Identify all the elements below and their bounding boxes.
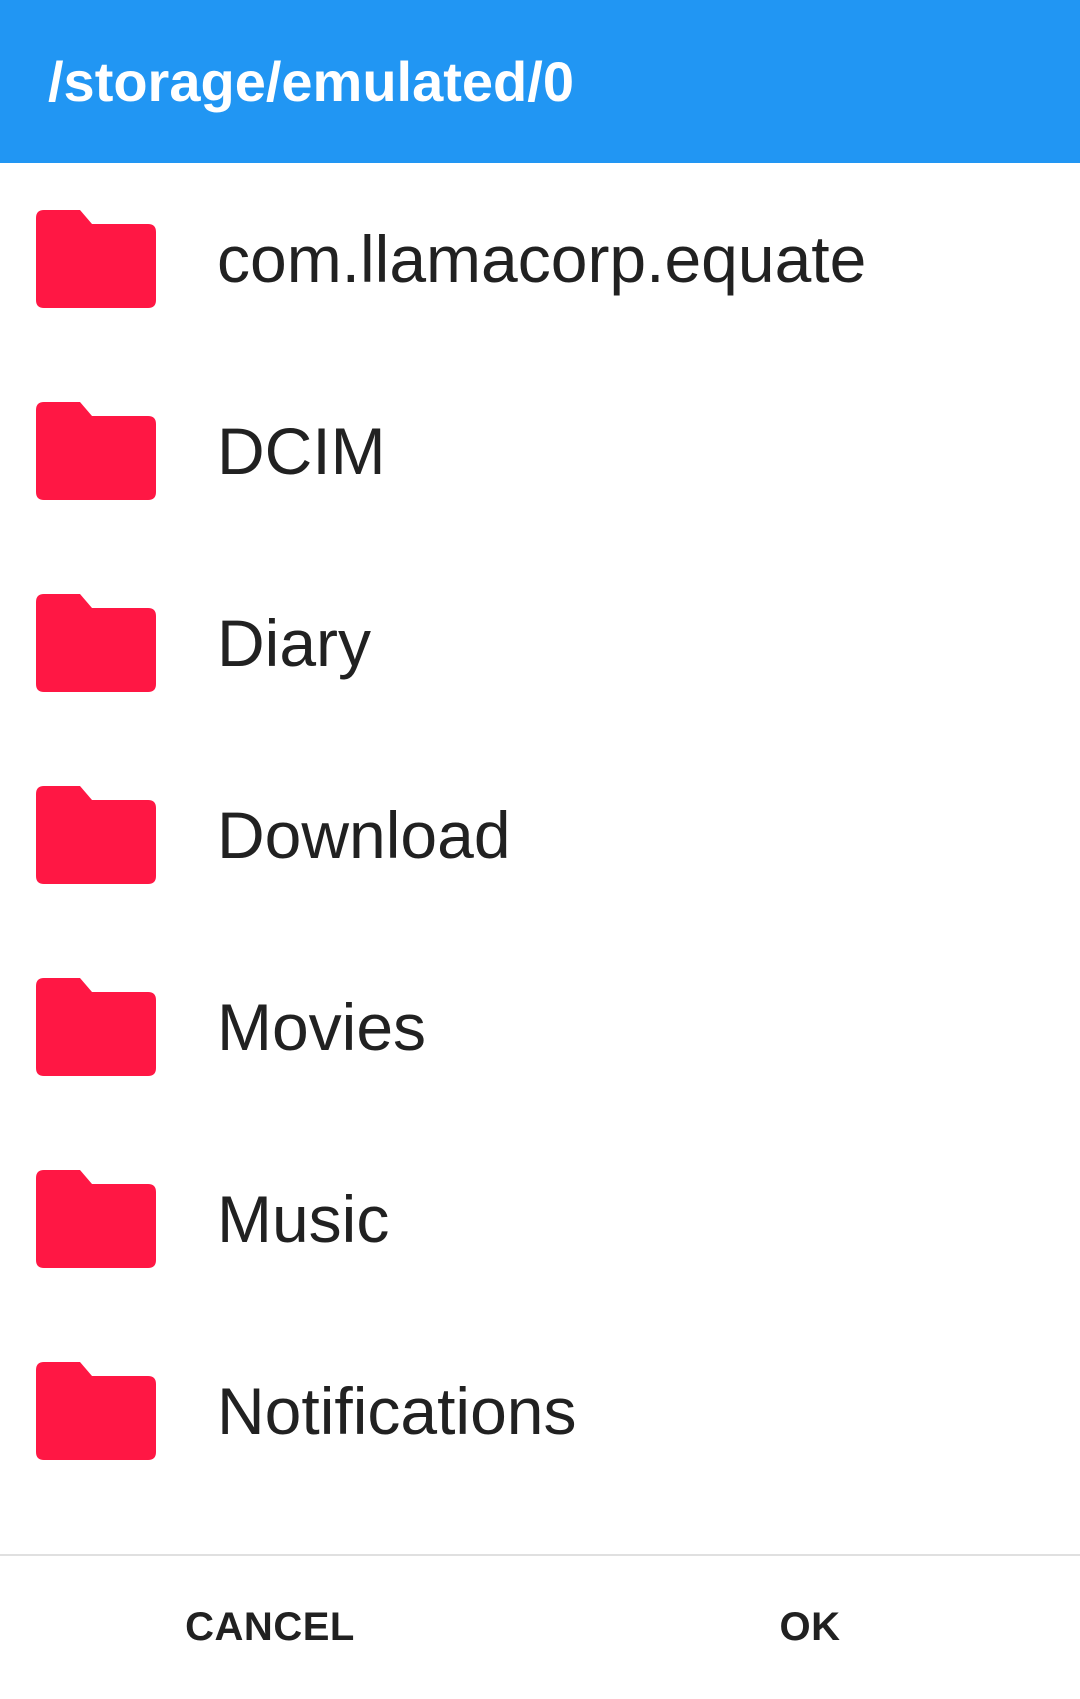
folder-name: Music	[217, 1182, 390, 1256]
folder-name: Movies	[217, 990, 427, 1064]
folder-icon	[36, 1170, 156, 1268]
folder-icon	[36, 786, 156, 884]
folder-item[interactable]: Notifications	[0, 1315, 1080, 1507]
folder-icon	[36, 210, 156, 308]
cancel-button[interactable]: CANCEL	[120, 1556, 420, 1699]
current-path-title: /storage/emulated/0	[48, 50, 574, 113]
folder-item[interactable]: Diary	[0, 547, 1080, 739]
folder-item-partial[interactable]	[0, 1507, 1080, 1555]
dialog-button-bar: CANCEL OK	[0, 1556, 1080, 1699]
folder-list[interactable]: com.llamacorp.equate DCIM Diary Download	[0, 163, 1080, 1555]
folder-item[interactable]: com.llamacorp.equate	[0, 163, 1080, 355]
folder-picker-dialog: /storage/emulated/0 com.llamacorp.equate…	[0, 0, 1080, 1699]
ok-button[interactable]: OK	[660, 1556, 960, 1699]
folder-name: Diary	[217, 606, 372, 680]
folder-icon	[36, 978, 156, 1076]
folder-icon	[36, 402, 156, 500]
folder-item[interactable]: Movies	[0, 931, 1080, 1123]
folder-icon	[36, 1362, 156, 1460]
dialog-header: /storage/emulated/0	[0, 0, 1080, 163]
folder-name: Download	[217, 798, 511, 872]
folder-item[interactable]: Music	[0, 1123, 1080, 1315]
folder-name: DCIM	[217, 414, 386, 488]
folder-name: com.llamacorp.equate	[217, 222, 867, 296]
folder-item[interactable]: DCIM	[0, 355, 1080, 547]
folder-icon	[36, 594, 156, 692]
folder-name: Notifications	[217, 1374, 577, 1448]
folder-item[interactable]: Download	[0, 739, 1080, 931]
